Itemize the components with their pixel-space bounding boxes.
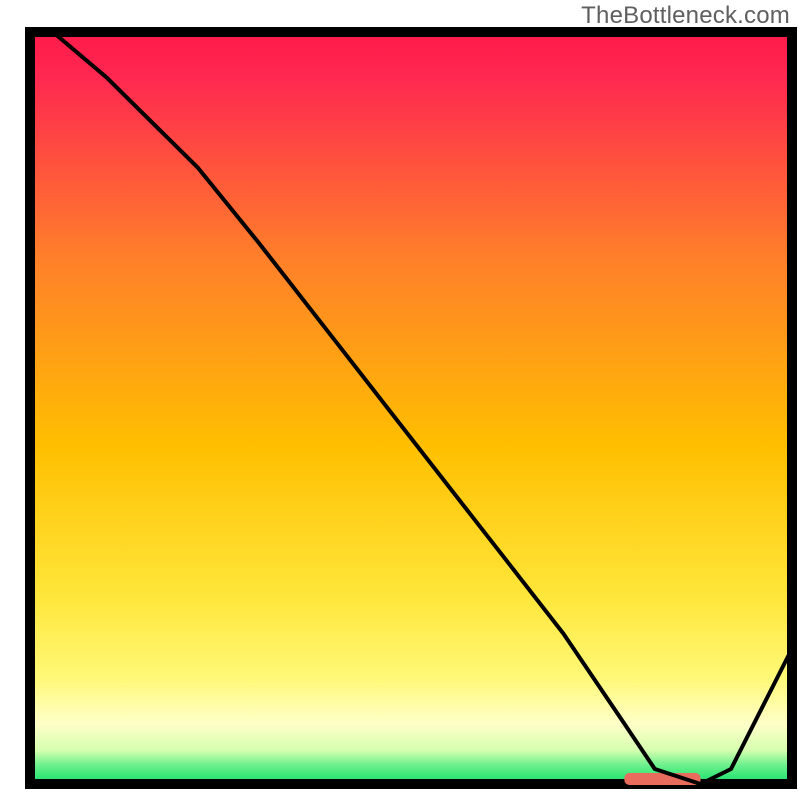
chart-container: TheBottleneck.com bbox=[0, 0, 800, 800]
plot-area bbox=[30, 32, 792, 785]
bottleneck-chart bbox=[0, 0, 800, 800]
gradient-background bbox=[30, 32, 792, 784]
